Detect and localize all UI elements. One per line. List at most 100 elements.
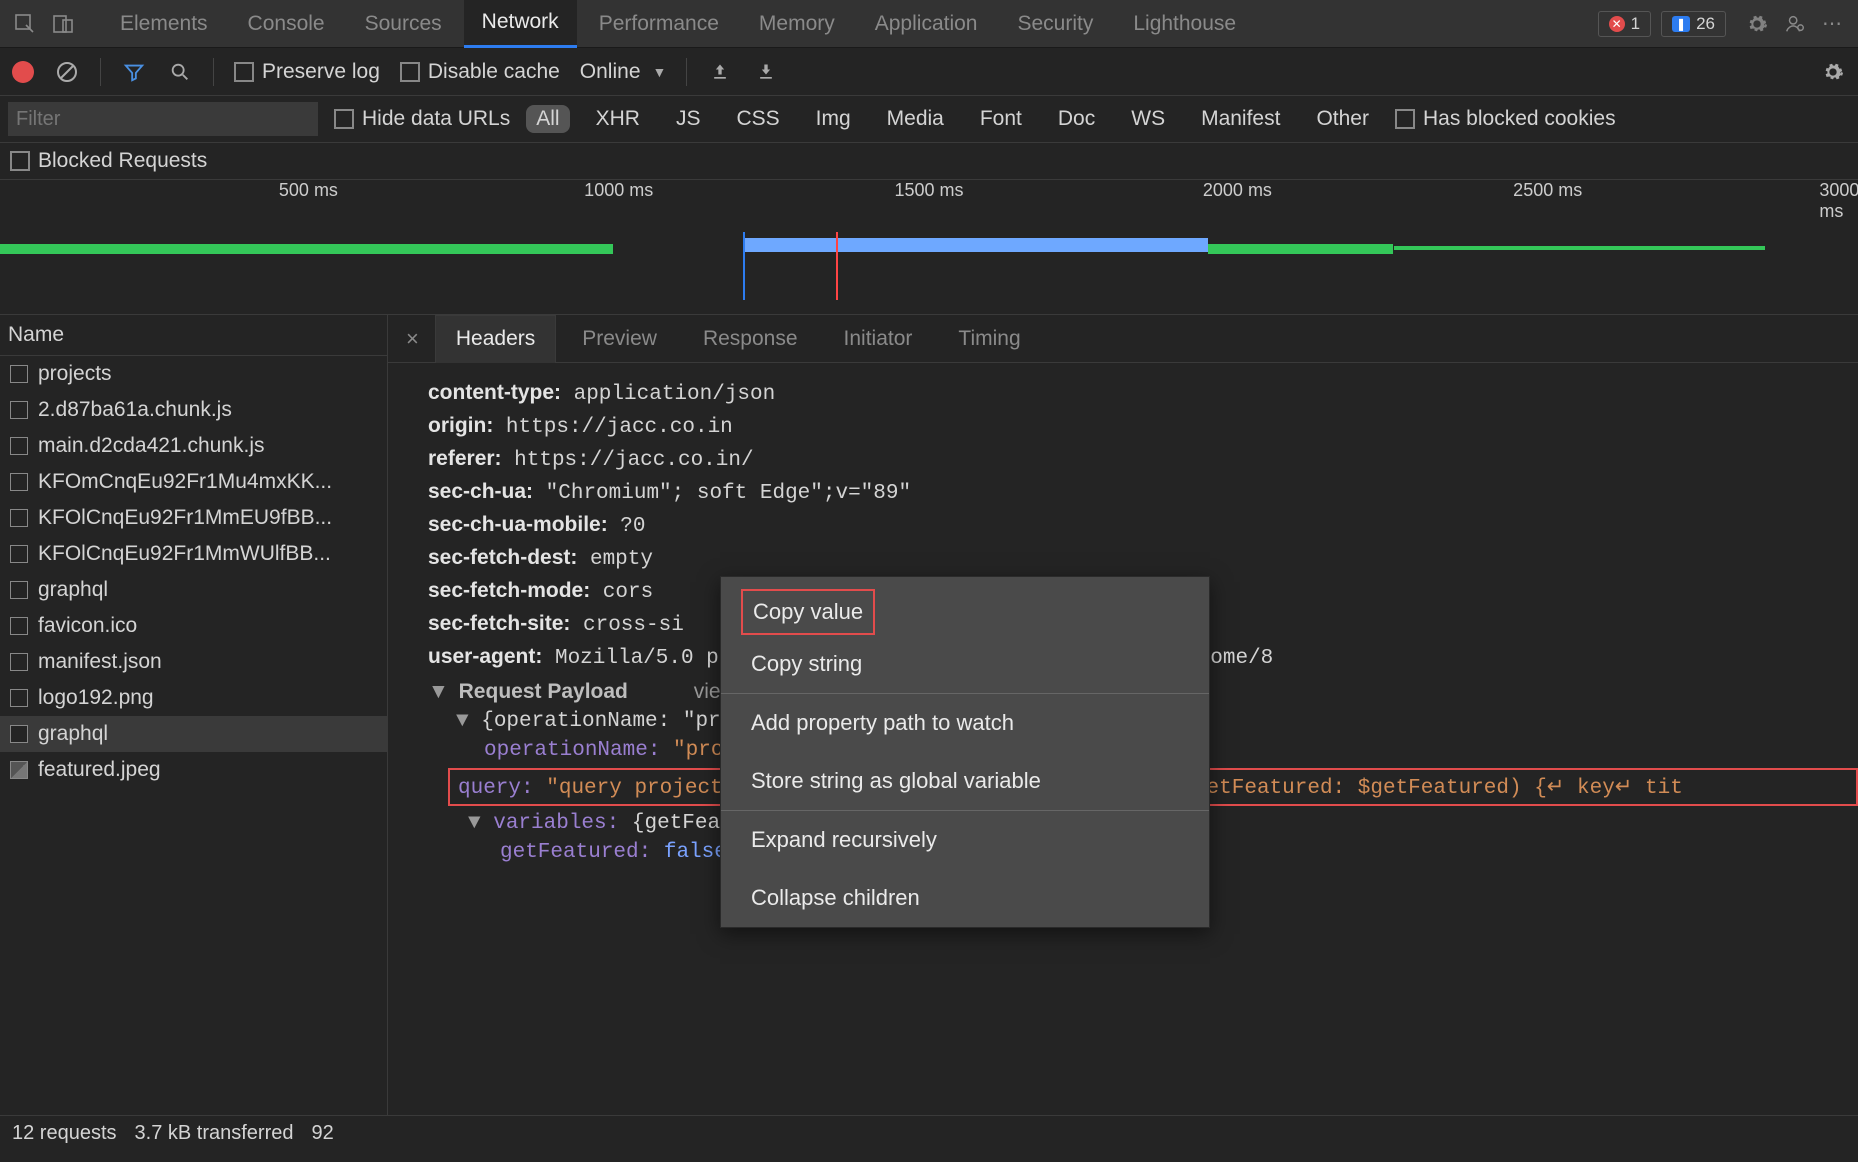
tab-application[interactable]: Application xyxy=(857,0,996,48)
document-file-icon xyxy=(10,653,28,671)
disclosure-triangle-icon[interactable]: ▼ xyxy=(468,812,481,835)
hide-data-urls-input[interactable] xyxy=(334,109,354,129)
type-xhr[interactable]: XHR xyxy=(586,105,650,133)
ctx-add-watch[interactable]: Add property path to watch xyxy=(721,694,1209,752)
request-row[interactable]: KFOmCnqEu92Fr1Mu4mxKK... xyxy=(0,464,387,500)
type-ws[interactable]: WS xyxy=(1121,105,1175,133)
disable-cache-input[interactable] xyxy=(400,62,420,82)
request-row[interactable]: graphql xyxy=(0,572,387,608)
request-row[interactable]: logo192.png xyxy=(0,680,387,716)
header-row[interactable]: content-type: application/json xyxy=(428,381,1858,406)
inspect-icon[interactable] xyxy=(8,7,42,41)
device-icon[interactable] xyxy=(46,7,80,41)
account-icon[interactable] xyxy=(1778,7,1812,41)
document-file-icon xyxy=(10,617,28,635)
disclosure-triangle-icon[interactable]: ▼ xyxy=(428,680,449,703)
clear-icon[interactable] xyxy=(54,59,80,85)
request-name: KFOlCnqEu92Fr1MmEU9fBB... xyxy=(38,506,332,530)
type-js[interactable]: JS xyxy=(666,105,711,133)
ctx-store-global[interactable]: Store string as global variable xyxy=(721,752,1209,810)
search-icon[interactable] xyxy=(167,59,193,85)
detail-tab-timing[interactable]: Timing xyxy=(938,315,1040,363)
filter-input[interactable] xyxy=(8,102,318,136)
detail-tab-initiator[interactable]: Initiator xyxy=(824,315,933,363)
ctx-expand[interactable]: Expand recursively xyxy=(721,811,1209,869)
request-row[interactable]: graphql xyxy=(0,716,387,752)
disclosure-triangle-icon[interactable]: ▼ xyxy=(456,710,469,733)
ctx-copy-string[interactable]: Copy string xyxy=(721,635,1209,693)
tab-performance[interactable]: Performance xyxy=(581,0,737,48)
request-row[interactable]: manifest.json xyxy=(0,644,387,680)
network-toolbar: Preserve log Disable cache Online ▼ xyxy=(0,48,1858,96)
request-row[interactable]: featured.jpeg xyxy=(0,752,387,788)
header-key: sec-ch-ua-mobile: xyxy=(428,513,608,536)
ctx-collapse[interactable]: Collapse children xyxy=(721,869,1209,927)
type-img[interactable]: Img xyxy=(806,105,861,133)
header-row[interactable]: sec-ch-ua-mobile: ?0 xyxy=(428,513,1858,538)
blocked-cookies-input[interactable] xyxy=(1395,109,1415,129)
blocked-requests-input[interactable] xyxy=(10,151,30,171)
detail-tab-preview[interactable]: Preview xyxy=(562,315,677,363)
status-bar: 12 requests 3.7 kB transferred 92 xyxy=(0,1115,1858,1151)
filter-icon[interactable] xyxy=(121,59,147,85)
request-name: projects xyxy=(38,362,112,386)
tab-security[interactable]: Security xyxy=(999,0,1111,48)
type-css[interactable]: CSS xyxy=(726,105,789,133)
preserve-log-input[interactable] xyxy=(234,62,254,82)
tab-elements[interactable]: Elements xyxy=(102,0,226,48)
type-font[interactable]: Font xyxy=(970,105,1032,133)
more-icon[interactable]: ⋯ xyxy=(1816,7,1850,41)
type-all[interactable]: All xyxy=(526,105,569,133)
download-icon[interactable] xyxy=(753,59,779,85)
request-row[interactable]: favicon.ico xyxy=(0,608,387,644)
disable-cache-checkbox[interactable]: Disable cache xyxy=(400,60,560,84)
preserve-log-checkbox[interactable]: Preserve log xyxy=(234,60,380,84)
type-media[interactable]: Media xyxy=(877,105,954,133)
upload-icon[interactable] xyxy=(707,59,733,85)
header-key: sec-fetch-mode: xyxy=(428,579,590,602)
request-row[interactable]: main.d2cda421.chunk.js xyxy=(0,428,387,464)
tick: 2000 ms xyxy=(1203,180,1272,201)
header-key: user-agent: xyxy=(428,645,542,668)
type-manifest[interactable]: Manifest xyxy=(1191,105,1290,133)
warning-badge[interactable]: ❚ 26 xyxy=(1661,11,1726,37)
close-icon[interactable]: × xyxy=(396,326,429,352)
blocked-requests-label: Blocked Requests xyxy=(38,149,207,173)
detail-tab-response[interactable]: Response xyxy=(683,315,818,363)
header-row[interactable]: origin: https://jacc.co.in xyxy=(428,414,1858,439)
gear-icon[interactable] xyxy=(1740,7,1774,41)
hide-data-urls-checkbox[interactable]: Hide data URLs xyxy=(334,107,510,131)
request-row[interactable]: KFOlCnqEu92Fr1MmWUlfBB... xyxy=(0,536,387,572)
header-row[interactable]: sec-fetch-dest: empty xyxy=(428,546,1858,571)
record-button[interactable] xyxy=(12,61,34,83)
header-key: sec-fetch-dest: xyxy=(428,546,577,569)
timeline-overview[interactable]: 500 ms 1000 ms 1500 ms 2000 ms 2500 ms 3… xyxy=(0,179,1858,315)
document-file-icon xyxy=(10,581,28,599)
tab-network[interactable]: Network xyxy=(464,0,577,48)
detail-tab-headers[interactable]: Headers xyxy=(435,315,556,363)
timeline-ticks: 500 ms 1000 ms 1500 ms 2000 ms 2500 ms 3… xyxy=(0,180,1858,204)
request-name: KFOlCnqEu92Fr1MmWUlfBB... xyxy=(38,542,331,566)
type-doc[interactable]: Doc xyxy=(1048,105,1105,133)
tab-console[interactable]: Console xyxy=(230,0,343,48)
tab-memory[interactable]: Memory xyxy=(741,0,853,48)
tab-sources[interactable]: Sources xyxy=(347,0,460,48)
header-row[interactable]: sec-ch-ua: "Chromium"; soft Edge";v="89" xyxy=(428,480,1858,505)
type-other[interactable]: Other xyxy=(1306,105,1379,133)
tab-lighthouse[interactable]: Lighthouse xyxy=(1115,0,1254,48)
network-settings-icon[interactable] xyxy=(1820,59,1846,85)
payload-title: Request Payload xyxy=(459,680,628,703)
image-file-icon xyxy=(10,761,28,779)
tick: 1000 ms xyxy=(584,180,653,201)
blocked-requests-row: Blocked Requests xyxy=(0,143,1858,179)
blocked-cookies-checkbox[interactable]: Has blocked cookies xyxy=(1395,107,1616,131)
blocked-requests-checkbox[interactable]: Blocked Requests xyxy=(10,149,207,173)
header-row[interactable]: referer: https://jacc.co.in/ xyxy=(428,447,1858,472)
request-name: main.d2cda421.chunk.js xyxy=(38,434,264,458)
request-row[interactable]: KFOlCnqEu92Fr1MmEU9fBB... xyxy=(0,500,387,536)
error-badge[interactable]: ✕ 1 xyxy=(1598,11,1651,37)
request-row[interactable]: projects xyxy=(0,356,387,392)
request-name: graphql xyxy=(38,578,108,602)
request-row[interactable]: 2.d87ba61a.chunk.js xyxy=(0,392,387,428)
ctx-copy-value[interactable]: Copy value xyxy=(741,589,875,635)
